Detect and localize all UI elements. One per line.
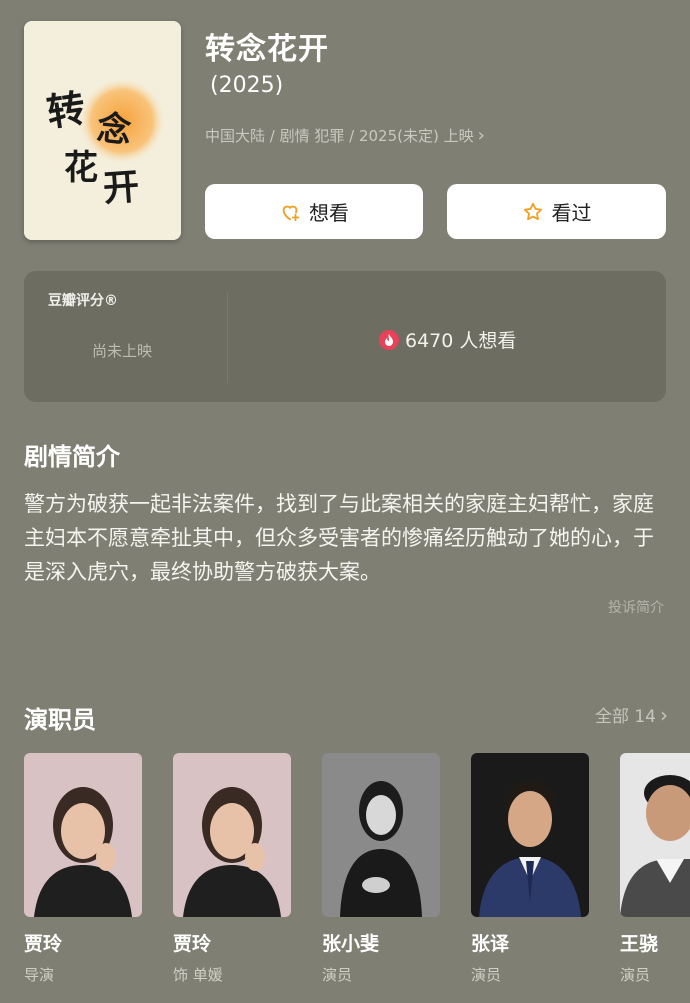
cast-card[interactable]: 贾玲 导演	[24, 753, 142, 985]
cast-name: 王骁	[620, 933, 659, 955]
svg-text:花: 花	[64, 148, 98, 188]
cast-name: 张译	[471, 933, 510, 955]
cast-card[interactable]: 张小斐 演员	[322, 753, 440, 985]
movie-meta-link[interactable]: 中国大陆 / 剧情 犯罪 / 2025(未定) 上映 ›	[205, 125, 485, 146]
movie-meta-text: 中国大陆 / 剧情 犯罪 / 2025(未定) 上映	[205, 127, 474, 145]
cast-role: 演员	[620, 966, 651, 984]
synopsis-text: 警方为破获一起非法案件，找到了与此案相关的家庭主妇帮忙，家庭主妇本不愿意牵扯其中…	[24, 492, 654, 584]
wish-count: 6470 人想看	[379, 326, 516, 353]
movie-title: 转念花开	[205, 32, 329, 67]
cast-card[interactable]: 贾玲 饰 单媛	[173, 753, 291, 985]
synopsis-heading: 剧情简介	[24, 443, 120, 471]
watched-button[interactable]: 看过	[447, 184, 666, 239]
cast-photo	[471, 753, 589, 917]
cast-heading: 演职员	[24, 706, 96, 734]
svg-text:开: 开	[102, 166, 141, 210]
wish-count-text: 6470 人想看	[405, 330, 517, 352]
star-icon	[523, 202, 542, 220]
cast-role: 演员	[471, 966, 502, 984]
svg-text:念: 念	[95, 108, 133, 151]
cast-card[interactable]: 王骁 演员	[620, 753, 690, 985]
cast-photo	[24, 753, 142, 917]
rating-divider	[227, 293, 228, 383]
rating-label: 豆瓣评分®	[48, 293, 118, 309]
poster-artwork: 转 念 花 开	[24, 21, 181, 240]
cast-card[interactable]: 张译 演员	[471, 753, 589, 985]
chevron-right-icon: ›	[477, 125, 485, 146]
cast-name: 张小斐	[322, 933, 380, 955]
cast-all-link[interactable]: 全部 14 ›	[594, 702, 668, 728]
cast-role: 导演	[24, 966, 55, 984]
cast-name: 贾玲	[173, 933, 212, 955]
cast-photo	[620, 753, 690, 917]
cast-name: 贾玲	[24, 933, 63, 955]
report-synopsis-link[interactable]: 投诉简介	[608, 597, 664, 617]
chevron-right-icon: ›	[660, 702, 668, 727]
cast-photo	[322, 753, 440, 917]
rating-card: 豆瓣评分® 尚未上映 6470 人想看	[24, 271, 666, 402]
cast-all-label: 全部 14	[594, 707, 656, 727]
want-label: 想看	[309, 201, 349, 225]
flame-icon	[379, 329, 399, 350]
want-to-watch-button[interactable]: 想看	[205, 184, 423, 239]
svg-text:转: 转	[44, 85, 88, 135]
movie-poster[interactable]: 转 念 花 开	[24, 21, 181, 240]
cast-role: 演员	[322, 966, 353, 984]
heart-plus-icon	[282, 205, 300, 221]
cast-photo	[173, 753, 291, 917]
cast-role: 饰 单媛	[173, 966, 223, 984]
seen-label: 看过	[551, 201, 592, 225]
rating-status: 尚未上映	[92, 342, 153, 360]
movie-year: (2025)	[210, 73, 284, 98]
